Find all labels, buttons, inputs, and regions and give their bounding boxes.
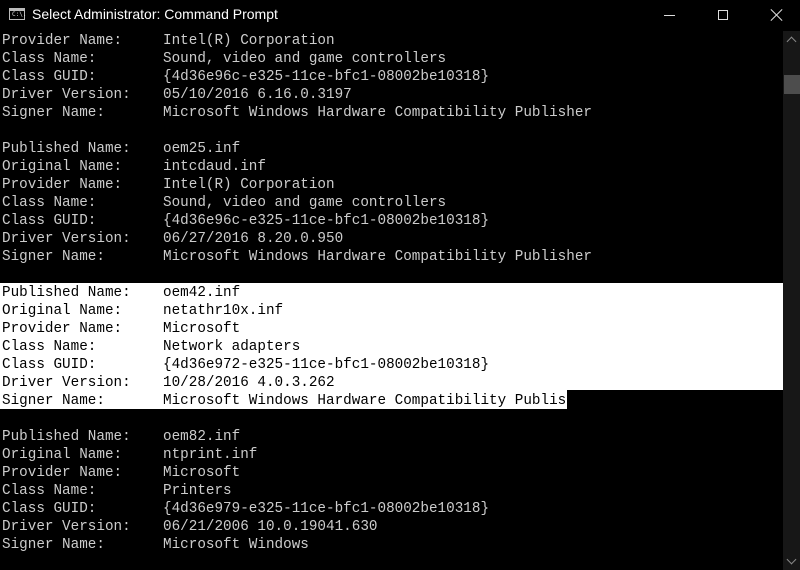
field-value: Sound, video and game controllers: [163, 51, 447, 67]
field-label: Original Name:: [2, 303, 123, 319]
scroll-up-button[interactable]: [783, 31, 800, 48]
console-line: Provider Name: Microsoft: [2, 320, 240, 338]
field-value: Microsoft Windows Hardware Compatibility…: [163, 393, 592, 409]
field-value: netathr10x.inf: [163, 303, 284, 319]
field-value: Microsoft Windows Hardware Compatibility…: [163, 249, 592, 265]
field-label: Class GUID:: [2, 501, 97, 517]
field-value: {4d36e979-e325-11ce-bfc1-08002be10318}: [163, 501, 490, 517]
field-value: oem42.inf: [163, 285, 241, 301]
console-line: Class Name: Sound, video and game control…: [2, 194, 446, 212]
console-line: Class GUID: {4d36e96c-e325-11ce-bfc1-0800…: [2, 212, 489, 230]
title-bar[interactable]: C:\. Select Administrator: Command Promp…: [0, 0, 800, 30]
field-value: Printers: [163, 483, 232, 499]
console-line: Class Name: Printers: [2, 482, 232, 500]
field-label: Class GUID:: [2, 357, 97, 373]
minimize-icon: [663, 14, 675, 16]
console-line: Original Name: ntprint.inf: [2, 446, 257, 464]
field-label: Class Name:: [2, 195, 97, 211]
field-value: Microsoft Windows Hardware Compatibility…: [163, 105, 592, 121]
field-label: Original Name:: [2, 447, 123, 463]
console-line: Class GUID: {4d36e96c-e325-11ce-bfc1-0800…: [2, 68, 489, 86]
maximize-icon: [718, 10, 728, 20]
console-line: Driver Version: 06/27/2016 8.20.0.950: [2, 230, 343, 248]
console-line: Driver Version: 05/10/2016 6.16.0.3197: [2, 86, 352, 104]
scroll-down-button[interactable]: [783, 553, 800, 570]
field-label: Published Name:: [2, 141, 131, 157]
console-line: Provider Name: Microsoft: [2, 464, 240, 482]
console-line: Published Name: oem42.inf: [2, 284, 240, 302]
field-label: Signer Name:: [2, 393, 105, 409]
field-label: Class GUID:: [2, 69, 97, 85]
field-value: Intel(R) Corporation: [163, 177, 335, 193]
console-line: Driver Version: 10/28/2016 4.0.3.262: [2, 374, 335, 392]
field-label: Provider Name:: [2, 33, 123, 49]
console-line: Published Name: oem25.inf: [2, 140, 240, 158]
chevron-up-icon: [786, 36, 797, 47]
console-line: Driver Version: 06/21/2006 10.0.19041.630: [2, 518, 378, 536]
chevron-down-icon: [786, 554, 797, 565]
window-title: Select Administrator: Command Prompt: [32, 6, 278, 22]
field-label: Signer Name:: [2, 105, 105, 121]
vertical-scrollbar[interactable]: [783, 31, 800, 570]
scrollbar-thumb[interactable]: [784, 75, 800, 94]
field-value: Microsoft Windows: [163, 537, 309, 553]
field-label: Provider Name:: [2, 321, 123, 337]
cmd-icon[interactable]: C:\.: [9, 8, 27, 20]
cmd-icon-text: C:\.: [12, 11, 27, 18]
console-line: Provider Name: Intel(R) Corporation: [2, 32, 335, 50]
console-line: Original Name: netathr10x.inf: [2, 302, 283, 320]
field-value: 06/27/2016 8.20.0.950: [163, 231, 344, 247]
maximize-button[interactable]: [700, 0, 746, 30]
field-value: {4d36e96c-e325-11ce-bfc1-08002be10318}: [163, 69, 490, 85]
close-icon: [771, 9, 783, 21]
field-value: 05/10/2016 6.16.0.3197: [163, 87, 352, 103]
field-value: ntprint.inf: [163, 447, 258, 463]
field-label: Published Name:: [2, 429, 131, 445]
console-line: Class Name: Network adapters: [2, 338, 300, 356]
field-label: Driver Version:: [2, 519, 131, 535]
console-line: Signer Name: Microsoft Windows Hardware C…: [2, 248, 592, 266]
close-button[interactable]: [754, 0, 800, 30]
field-label: Provider Name:: [2, 177, 123, 193]
field-label: Published Name:: [2, 285, 131, 301]
field-label: Provider Name:: [2, 465, 123, 481]
field-value: {4d36e96c-e325-11ce-bfc1-08002be10318}: [163, 213, 490, 229]
field-label: Signer Name:: [2, 537, 105, 553]
field-label: Original Name:: [2, 159, 123, 175]
console-output[interactable]: Provider Name: Intel(R) Corporation Class …: [0, 31, 783, 570]
field-value: Microsoft: [163, 321, 241, 337]
field-value: Sound, video and game controllers: [163, 195, 447, 211]
field-label: Signer Name:: [2, 249, 105, 265]
console-line: Signer Name: Microsoft Windows Hardware C…: [2, 104, 592, 122]
field-label: Class Name:: [2, 339, 97, 355]
console-line: Class GUID: {4d36e972-e325-11ce-bfc1-0800…: [2, 356, 489, 374]
console-line: Signer Name: Microsoft Windows Hardware C…: [2, 392, 592, 410]
console-line: Class GUID: {4d36e979-e325-11ce-bfc1-0800…: [2, 500, 489, 518]
field-value: intcdaud.inf: [163, 159, 266, 175]
field-value: oem25.inf: [163, 141, 241, 157]
field-value: {4d36e972-e325-11ce-bfc1-08002be10318}: [163, 357, 490, 373]
field-value: 10/28/2016 4.0.3.262: [163, 375, 335, 391]
console-line: Original Name: intcdaud.inf: [2, 158, 266, 176]
field-label: Class GUID:: [2, 213, 97, 229]
field-label: Class Name:: [2, 51, 97, 67]
console-line: Class Name: Sound, video and game control…: [2, 50, 446, 68]
field-value: Intel(R) Corporation: [163, 33, 335, 49]
field-value: Network adapters: [163, 339, 301, 355]
console-line: Published Name: oem82.inf: [2, 428, 240, 446]
field-value: Microsoft: [163, 465, 241, 481]
field-label: Driver Version:: [2, 231, 131, 247]
field-value: oem82.inf: [163, 429, 241, 445]
console-line: Signer Name: Microsoft Windows: [2, 536, 309, 554]
field-label: Class Name:: [2, 483, 97, 499]
field-value: 06/21/2006 10.0.19041.630: [163, 519, 378, 535]
field-label: Driver Version:: [2, 87, 131, 103]
minimize-button[interactable]: [646, 0, 692, 30]
console-line: Provider Name: Intel(R) Corporation: [2, 176, 335, 194]
field-label: Driver Version:: [2, 375, 131, 391]
